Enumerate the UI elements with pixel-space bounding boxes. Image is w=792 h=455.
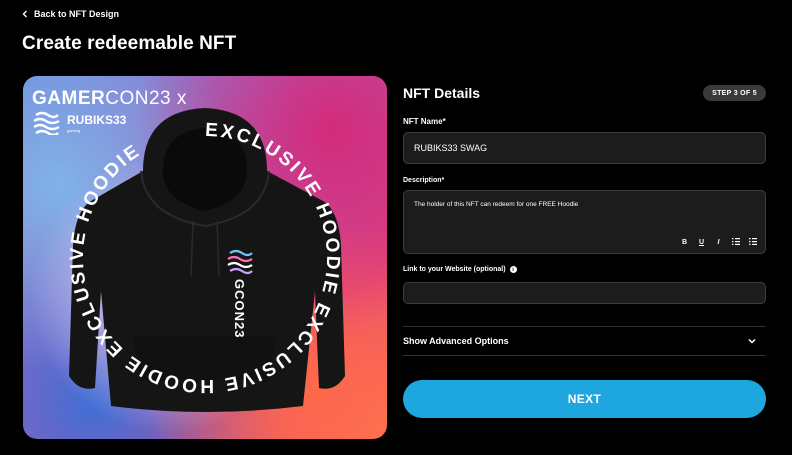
rich-text-toolbar: B U I	[680, 237, 757, 247]
next-button[interactable]: NEXT	[403, 380, 766, 418]
bullet-list-icon[interactable]	[748, 237, 757, 247]
sponsor-logo: RUBIKS33 gaming	[33, 111, 126, 135]
advanced-options-toggle[interactable]: Show Advanced Options	[403, 326, 766, 356]
step-badge: STEP 3 OF 5	[703, 85, 766, 101]
bold-button[interactable]: B	[680, 239, 689, 246]
back-link[interactable]: Back to NFT Design	[22, 9, 119, 19]
underline-button[interactable]: U	[697, 239, 706, 246]
back-link-label: Back to NFT Design	[34, 9, 120, 19]
info-icon[interactable]: i	[509, 266, 517, 273]
description-label: Description*	[403, 177, 445, 184]
section-title: NFT Details	[403, 85, 481, 101]
website-label: Link to your Website (optional) i	[403, 266, 517, 273]
description-textarea[interactable]: The holder of this NFT can redeem for on…	[403, 190, 766, 254]
chevron-left-icon	[22, 10, 27, 18]
italic-button[interactable]: I	[714, 239, 723, 246]
brand-light: CON23 x	[105, 88, 187, 109]
description-value: The holder of this NFT can redeem for on…	[414, 201, 579, 208]
brand-strong: GAMER	[32, 88, 106, 109]
event-brand: GAMERCON23 x	[32, 88, 187, 110]
rubiks-logo-icon	[33, 111, 60, 135]
page-title: Create redeemable NFT	[22, 33, 237, 54]
advanced-options-label: Show Advanced Options	[403, 336, 509, 346]
chevron-down-icon	[748, 338, 756, 344]
sleeve-text: GCON23	[232, 279, 247, 338]
ordered-list-icon[interactable]	[731, 238, 740, 247]
logo-name: RUBIKS33	[67, 113, 127, 127]
nft-name-value: RUBIKS33 SWAG	[414, 143, 488, 153]
website-input[interactable]	[403, 282, 766, 304]
nft-name-input[interactable]: RUBIKS33 SWAG	[403, 132, 766, 164]
logo-sub: gaming	[67, 128, 81, 133]
nft-name-label: NFT Name*	[403, 117, 446, 126]
nft-artwork: GCON23 EXCLUSIVE HOODIE EXCLUSIVE HOODIE…	[23, 76, 387, 439]
